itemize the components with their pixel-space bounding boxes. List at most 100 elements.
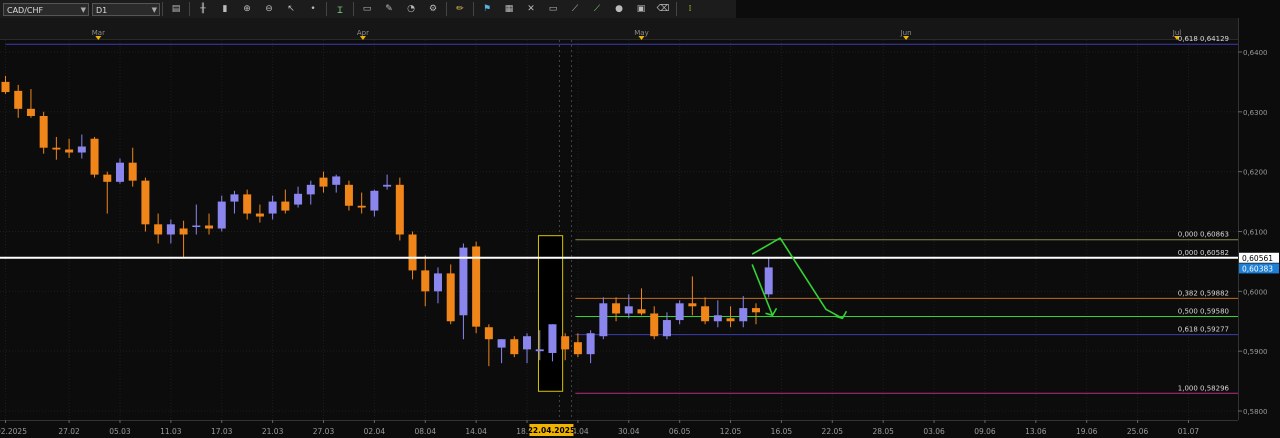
separator xyxy=(446,2,447,16)
cross-icon[interactable]: ✕ xyxy=(520,1,542,17)
time-tick-label: 14.04 xyxy=(465,427,487,436)
gear-icon[interactable]: ⚙ xyxy=(422,1,444,17)
time-tick-label: 09.06 xyxy=(974,427,996,436)
text-icon[interactable]: Ɪ xyxy=(329,1,351,17)
label-icon[interactable]: ▭ xyxy=(356,1,378,17)
candle-body xyxy=(408,234,417,271)
price-tag-label: 0,60561 xyxy=(1242,254,1273,263)
candle-body xyxy=(77,146,86,153)
chevron-down-icon[interactable]: ▼ xyxy=(81,4,86,17)
candle-body xyxy=(433,273,442,292)
month-label: Jun xyxy=(900,29,912,37)
price-tick-label: 0,6000 xyxy=(1243,288,1268,296)
rect-icon[interactable]: ▭ xyxy=(542,1,564,17)
candle-body xyxy=(370,190,379,211)
chevron-down-icon[interactable]: ▼ xyxy=(152,4,157,17)
symbol-select[interactable]: CAD/CHF ▼ xyxy=(3,2,89,17)
price-chart[interactable]: Mar Apr May Jun Jul 0,618 0,641290,000 0,608… xyxy=(0,18,1280,438)
candle-body xyxy=(1,81,10,93)
chart-icon[interactable]: ▤ xyxy=(165,1,187,17)
circle-icon[interactable]: ● xyxy=(608,1,630,17)
pencil-icon[interactable]: ✏ xyxy=(449,1,471,17)
separator xyxy=(676,2,677,16)
brush-icon[interactable]: ✎ xyxy=(378,1,400,17)
candle-body xyxy=(739,308,748,322)
separator xyxy=(473,2,474,16)
price-tick-label: 0,5900 xyxy=(1243,348,1268,356)
fib-level-label: 0,382 0,59882 xyxy=(1178,289,1229,297)
fib-level-label: 0,500 0,59580 xyxy=(1178,307,1229,315)
candle-body xyxy=(255,213,264,217)
eraser-icon[interactable]: ⌫ xyxy=(652,1,674,17)
candle-body xyxy=(751,308,760,313)
candle-body xyxy=(510,339,519,355)
price-tick-label: 0,6300 xyxy=(1243,109,1268,117)
price-tick-label: 0,6100 xyxy=(1243,228,1268,236)
candle-body xyxy=(586,333,595,355)
month-label: Apr xyxy=(357,29,369,37)
flag-icon[interactable]: ⚑ xyxy=(476,1,498,17)
fib-level-label: 0,618 0,59277 xyxy=(1178,326,1229,334)
time-tick-label: 16.05 xyxy=(771,427,793,436)
fib-level-label: 0,618 0,64129 xyxy=(1178,35,1229,43)
separator xyxy=(353,2,354,16)
month-strip xyxy=(0,18,1238,40)
timeframe-label: D1 xyxy=(96,5,108,15)
candle-body xyxy=(344,184,353,206)
month-label: May xyxy=(634,29,648,37)
month-axis: Mar Apr May Jun Jul xyxy=(0,18,1238,40)
candle-body xyxy=(573,342,582,355)
candle-body xyxy=(243,194,252,214)
time-axis[interactable]: 20.02.2025 27.02 05.03 11.03 17.03 21.03 27.03… xyxy=(0,420,1280,438)
trend-icon[interactable]: ⟋ xyxy=(586,1,608,17)
candle-body xyxy=(268,201,277,214)
line-icon[interactable]: ⟋ xyxy=(564,1,586,17)
zoom-in-icon[interactable]: ⊕ xyxy=(236,1,258,17)
separator xyxy=(189,2,190,16)
candle-body xyxy=(548,324,557,353)
time-tick-label: 27.02 xyxy=(58,427,80,436)
time-tick-label: 06.05 xyxy=(669,427,691,436)
candle-body xyxy=(650,313,659,337)
candle-body xyxy=(166,224,175,235)
more-icon[interactable]: ⁞ xyxy=(679,1,701,17)
bar-icon[interactable]: ╫ xyxy=(192,1,214,17)
time-tick-label: 20.02.2025 xyxy=(0,427,27,436)
candle-body xyxy=(306,184,315,195)
time-tick-label: 22.05 xyxy=(822,427,844,436)
timeframe-select[interactable]: D1 ▼ xyxy=(92,2,160,17)
time-tick-label: 25.06 xyxy=(1127,427,1149,436)
candle-body xyxy=(52,147,61,150)
candle-body xyxy=(65,149,74,153)
grid-icon[interactable]: ▦ xyxy=(498,1,520,17)
candle-body xyxy=(90,138,99,175)
price-tick-label: 0,6400 xyxy=(1243,49,1268,57)
time-tick-label: 01.07 xyxy=(1178,427,1200,436)
candle-body xyxy=(154,224,163,235)
candle-body xyxy=(230,194,239,202)
candle-body xyxy=(294,193,303,205)
zoom-out-icon[interactable]: ⊖ xyxy=(258,1,280,17)
candle-body xyxy=(14,90,23,109)
candle-body xyxy=(115,162,124,182)
time-tick-label: 19.06 xyxy=(1076,427,1098,436)
time-tick-label: 02.04 xyxy=(364,427,386,436)
pie-icon[interactable]: ◔ xyxy=(400,1,422,17)
candle-body xyxy=(26,108,35,116)
price-axis[interactable]: 0,6400 0,6300 0,6200 0,6100 0,6000 0,5900 0,58… xyxy=(1238,18,1280,438)
candle-body xyxy=(39,116,48,148)
time-tick-label: 21.03 xyxy=(262,427,284,436)
cursor-icon[interactable]: ↖ xyxy=(280,1,302,17)
candle-body xyxy=(484,327,493,340)
candle-body xyxy=(624,306,633,314)
highlight-box[interactable] xyxy=(537,235,564,392)
template-icon[interactable]: ▣ xyxy=(630,1,652,17)
candle-body xyxy=(599,303,608,337)
time-tick-label: 27.03 xyxy=(313,427,335,436)
time-tick-label: 30.04 xyxy=(618,427,640,436)
candle-icon[interactable]: ▮ xyxy=(214,1,236,17)
dot-icon[interactable]: • xyxy=(302,1,324,17)
time-tick-label: 28.05 xyxy=(872,427,894,436)
candle-body xyxy=(701,306,710,322)
candle-body xyxy=(357,205,366,208)
